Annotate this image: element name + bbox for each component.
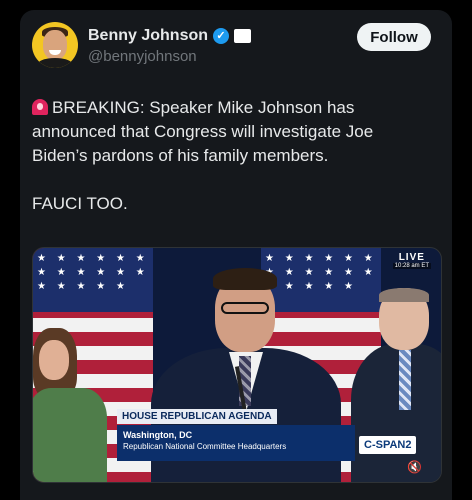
network-logo: C-SPAN2 xyxy=(359,436,417,454)
chyron-location: Washington, DC xyxy=(123,430,193,440)
follow-button[interactable]: Follow xyxy=(357,23,431,51)
tweet-text: BREAKING: Speaker Mike Johnson has annou… xyxy=(32,96,432,216)
tweet-card: Benny Johnson ✓ @bennyjohnson Follow BRE… xyxy=(20,10,452,500)
tweet-line-1: BREAKING: Speaker Mike Johnson has annou… xyxy=(32,98,374,165)
author-row: Benny Johnson ✓ xyxy=(88,27,252,45)
live-indicator: LIVE 10:28 am ET xyxy=(392,252,431,269)
siren-icon xyxy=(32,99,48,115)
author-name[interactable]: Benny Johnson xyxy=(88,27,208,45)
chyron-box: Washington, DC Republican National Commi… xyxy=(117,425,355,461)
verified-badge-icon: ✓ xyxy=(213,28,230,44)
tweet-line-2: FAUCI TOO. xyxy=(32,194,128,213)
speaker-muted-icon[interactable]: 🔇 xyxy=(407,460,422,474)
author-handle[interactable]: @bennyjohnson xyxy=(88,48,197,65)
avatar[interactable] xyxy=(32,22,78,68)
person-left xyxy=(33,328,107,482)
affiliate-badge-icon[interactable] xyxy=(234,29,252,43)
chyron-place: Republican National Committee Headquarte… xyxy=(123,442,287,451)
video-player[interactable]: ★ ★ ★ ★ ★ ★ ★ ★ ★ ★ ★ ★ ★ ★ ★ ★ ★ ★ ★ ★ … xyxy=(32,247,442,483)
chyron-title: HOUSE REPUBLICAN AGENDA xyxy=(117,409,277,424)
